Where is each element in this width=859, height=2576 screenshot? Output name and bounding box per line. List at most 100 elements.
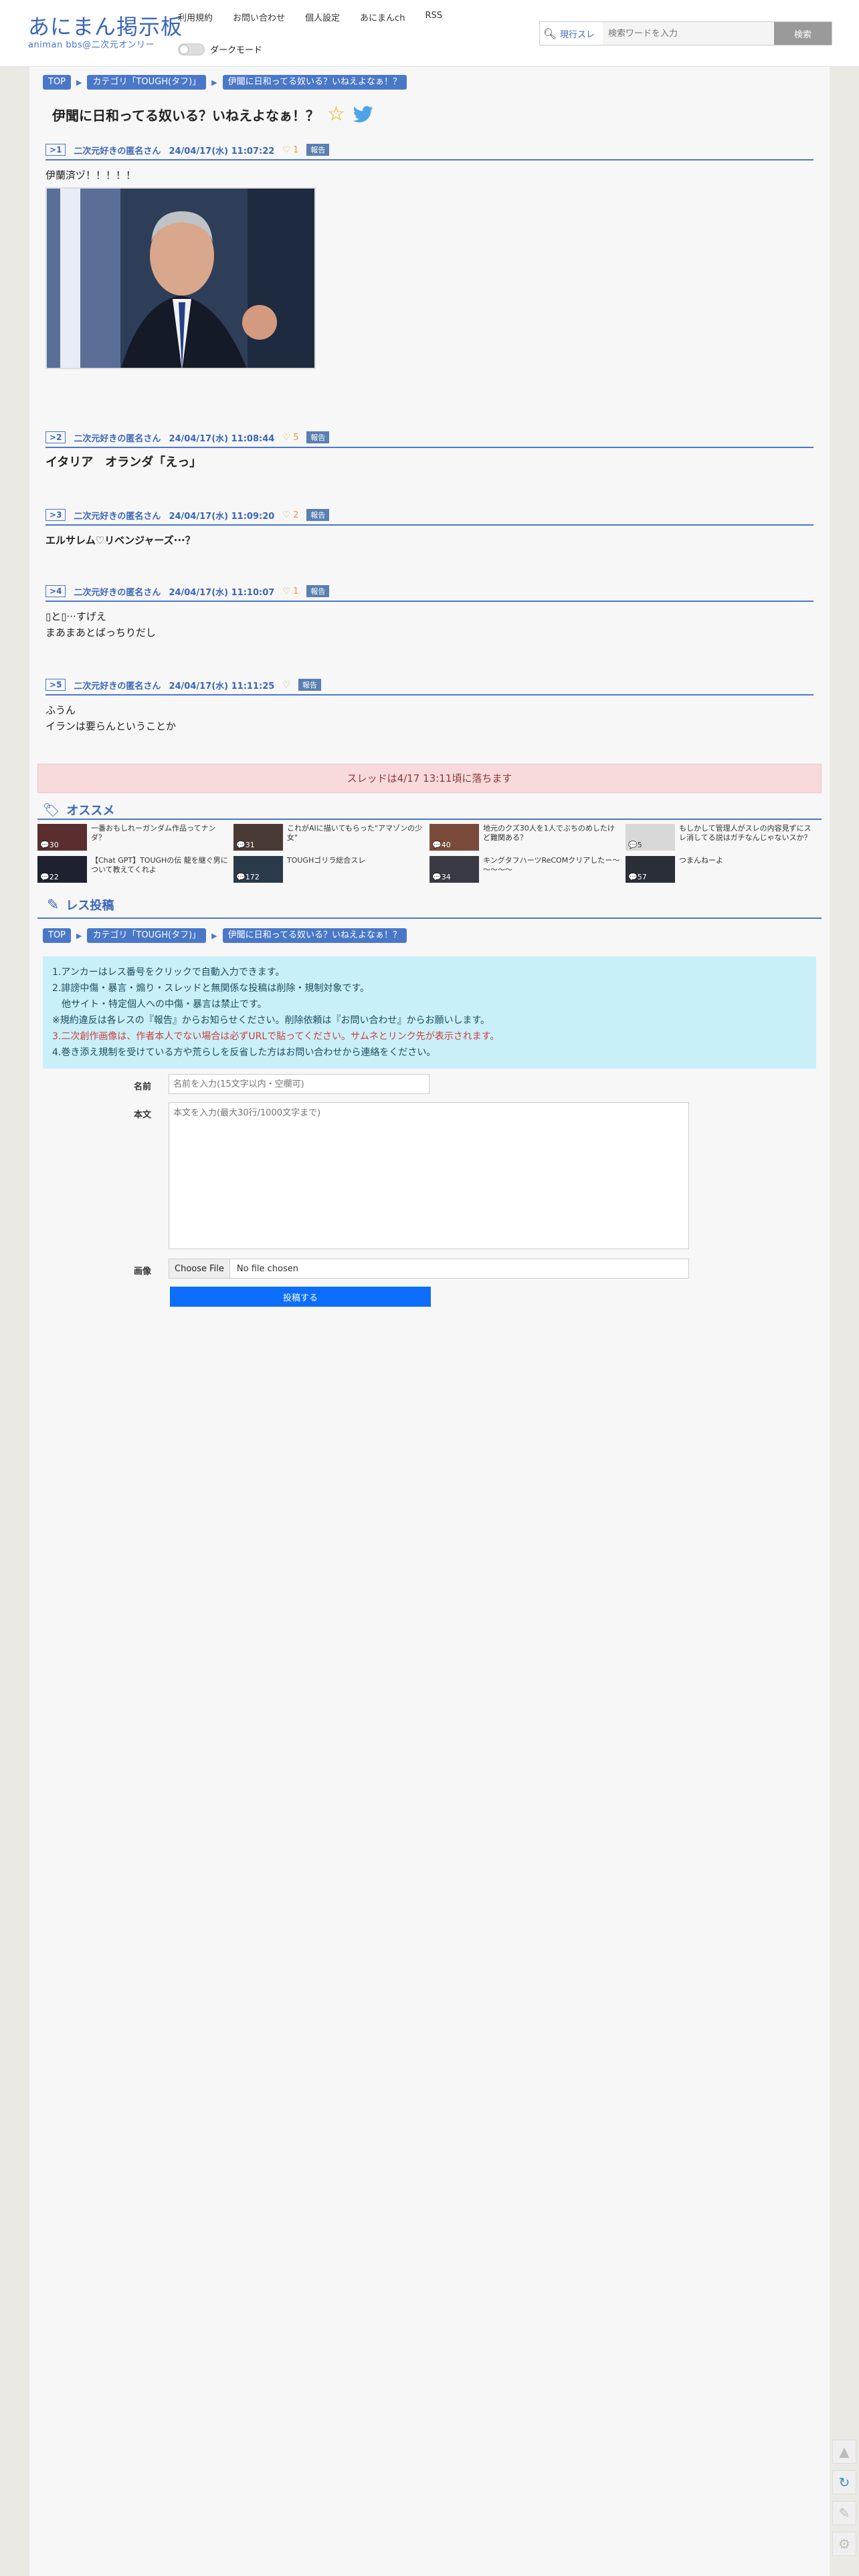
recommend-item[interactable]: 💬57 つまんねーよ (626, 856, 822, 883)
post-author: 二次元好きの匿名さん (74, 587, 161, 598)
recommend-item[interactable]: 💬34 キングタフハーツReCOMクリアしたー～～～～～ (430, 856, 626, 883)
body-field[interactable] (169, 1102, 689, 1249)
post-line: ふうん (45, 704, 76, 716)
report-button[interactable]: 報告 (306, 509, 330, 521)
site-header: あにまん掲示板 animan bbs@二次元オンリー 利用規約 お問い合わせ 個… (0, 0, 859, 67)
recommend-item[interactable]: 💬31 これがAIに描いてもらった"アマゾンの少女" (233, 824, 430, 851)
recommend-thumbnail: 💬34 (430, 856, 479, 883)
report-button[interactable]: 報告 (306, 431, 330, 443)
site-logo[interactable]: あにまん掲示板 animan bbs@二次元オンリー (28, 15, 183, 50)
like-button[interactable]: ♡ (282, 680, 290, 690)
edit-icon[interactable]: ✎ (832, 2501, 856, 2525)
nav-terms[interactable]: 利用規約 (178, 11, 213, 23)
rule-line: 1.アンカーはレス番号をクリックで自動入力できます。 (52, 967, 285, 978)
post-header: >3 二次元好きの匿名さん 24/04/17(水) 11:09:20 ♡ 2 報… (45, 508, 814, 526)
post-4: >4 二次元好きの匿名さん 24/04/17(水) 11:10:07 ♡ 1 報… (45, 584, 814, 641)
nav-settings[interactable]: 個人設定 (305, 11, 340, 23)
breadcrumb-category[interactable]: カテゴリ「TOUGH(タフ)」 (87, 928, 207, 943)
nav-contact[interactable]: お問い合わせ (233, 11, 285, 23)
recommend-item-title: 【Chat GPT】TOUGHの伝 龍を継ぐ男について教えてくれよ (91, 856, 228, 874)
post-author: 二次元好きの匿名さん (74, 146, 161, 156)
search-bar: 🔍︎ 現行スレ 検索 (539, 21, 832, 45)
thread-expiry-notice: スレッドは4/17 13:11頃に落ちます (37, 764, 822, 793)
comment-count-value: 34 (441, 873, 451, 881)
like-button[interactable]: ♡ 1 (282, 145, 298, 155)
favorite-star-icon[interactable]: ☆ (327, 104, 345, 124)
name-label: 名前 (134, 1082, 152, 1092)
post-author: 二次元好きの匿名さん (74, 511, 161, 522)
search-input[interactable] (603, 22, 774, 45)
post-line: まあまあとばっちりだし (45, 627, 157, 639)
post-number[interactable]: >3 (45, 509, 66, 521)
post-image[interactable] (45, 187, 316, 369)
tag-icon: 🏷︎ (43, 802, 60, 818)
post-line: ▯と▯···すげえ (45, 611, 106, 623)
like-count: 1 (293, 144, 299, 155)
comment-count-value: 31 (245, 841, 255, 849)
like-count: 5 (293, 432, 299, 443)
post-date: 24/04/17(水) 11:09:20 (169, 511, 275, 522)
comment-count: 💬31 (236, 841, 255, 849)
post-number[interactable]: >4 (45, 585, 66, 597)
post-body: 伊蘭済ヅ！！！！！ (45, 167, 814, 183)
recommend-thumbnail: 💬31 (233, 824, 283, 851)
post-5: >5 二次元好きの匿名さん 24/04/17(水) 11:11:25 ♡ 報告 … (45, 678, 814, 734)
report-button[interactable]: 報告 (306, 144, 330, 156)
breadcrumb-thread[interactable]: 伊聞に日和ってる奴いる？いねえよなぁ！？ (222, 928, 407, 943)
choose-file-button[interactable]: Choose File (169, 1259, 230, 1278)
post-3: >3 二次元好きの匿名さん 24/04/17(水) 11:09:20 ♡ 2 報… (45, 508, 814, 548)
post-line: イランは要らんということか (45, 720, 177, 732)
name-field[interactable] (169, 1074, 430, 1094)
rule-line: 4.巻き添え規制を受けている方や荒らしを反省した方はお問い合わせから連絡をくださ… (52, 1047, 436, 1058)
report-button[interactable]: 報告 (298, 679, 321, 691)
recommend-thumbnail: 💬57 (626, 856, 675, 883)
breadcrumb-separator: ▶ (76, 931, 82, 940)
like-button[interactable]: ♡ 1 (282, 586, 298, 597)
post-number[interactable]: >1 (45, 144, 66, 156)
thread-title: 伊聞に日和ってる奴いる？いねえよなぁ！？ (52, 107, 319, 124)
body-label: 本文 (134, 1110, 152, 1120)
twitter-icon[interactable] (353, 106, 373, 123)
post-number[interactable]: >2 (45, 431, 66, 443)
like-button[interactable]: ♡ 2 (282, 510, 298, 520)
rule-line: ※規約違反は各レスの『報告』からお知らせください。削除依頼は『お問い合わせ』から… (52, 1015, 490, 1026)
recommend-item[interactable]: 💬5 もしかして管理人がスレの内容見ずにスレ消してる説はガチなんじゃないスか？ (626, 824, 822, 851)
post-date: 24/04/17(水) 11:08:44 (169, 433, 275, 444)
post-1: >1 二次元好きの匿名さん 24/04/17(水) 11:07:22 ♡ 1 報… (45, 143, 814, 369)
arrow-up-icon[interactable]: ▲ (832, 2440, 856, 2464)
post-number[interactable]: >5 (45, 679, 66, 691)
recommend-item[interactable]: 💬40 地元のクズ30人を1人でぶちのめしたけど難関ある？ (430, 824, 626, 851)
post-line: イタリア オランダ「えっ」 (45, 455, 202, 469)
report-button[interactable]: 報告 (306, 585, 330, 597)
dark-mode-toggle[interactable]: ダークモード (178, 43, 262, 56)
recommend-item-title: つまんねーよ (679, 856, 723, 865)
comment-count: 💬57 (628, 873, 647, 881)
like-button[interactable]: ♡ 5 (282, 433, 298, 443)
submit-button[interactable]: 投稿する (170, 1287, 431, 1307)
recommend-item-title: もしかして管理人がスレの内容見ずにスレ消してる説はガチなんじゃないスか？ (679, 824, 812, 842)
refresh-icon[interactable]: ↻ (832, 2470, 856, 2494)
breadcrumb-top[interactable]: TOP (43, 75, 72, 90)
comment-count: 💬22 (40, 873, 59, 881)
post-number-value: 1 (56, 145, 62, 154)
nav-rss[interactable]: RSS (425, 11, 442, 23)
gear-icon[interactable]: ⚙ (832, 2532, 856, 2556)
recommend-item-title: 一番おもしれーガンダム作品ってナンダ？ (91, 824, 216, 842)
image-file-input[interactable]: Choose File No file chosen (169, 1259, 689, 1279)
reply-title: レス投稿 (66, 899, 114, 913)
breadcrumb-top[interactable]: TOP (43, 928, 72, 943)
recommend-item[interactable]: 💬172 TOUGHゴリラ総合スレ (233, 856, 430, 883)
comment-count-value: 40 (441, 841, 451, 849)
search-button[interactable]: 検索 (774, 22, 832, 45)
post-number-value: 3 (56, 510, 62, 520)
breadcrumb-category[interactable]: カテゴリ「TOUGH(タフ)」 (87, 75, 207, 90)
post-body: ふうん イランは要らんということか (45, 702, 814, 734)
recommend-item[interactable]: 💬22 【Chat GPT】TOUGHの伝 龍を継ぐ男について教えてくれよ (37, 856, 233, 883)
dark-mode-switch[interactable] (178, 43, 205, 56)
section-divider (37, 819, 822, 820)
recommend-item[interactable]: 💬30 一番おもしれーガンダム作品ってナンダ？ (37, 824, 233, 851)
search-scope[interactable]: 現行スレ (560, 22, 603, 45)
nav-animanch[interactable]: あにまんch (360, 11, 405, 23)
breadcrumb-thread[interactable]: 伊聞に日和ってる奴いる？いねえよなぁ！？ (222, 75, 407, 90)
dark-mode-label: ダークモード (210, 45, 263, 56)
